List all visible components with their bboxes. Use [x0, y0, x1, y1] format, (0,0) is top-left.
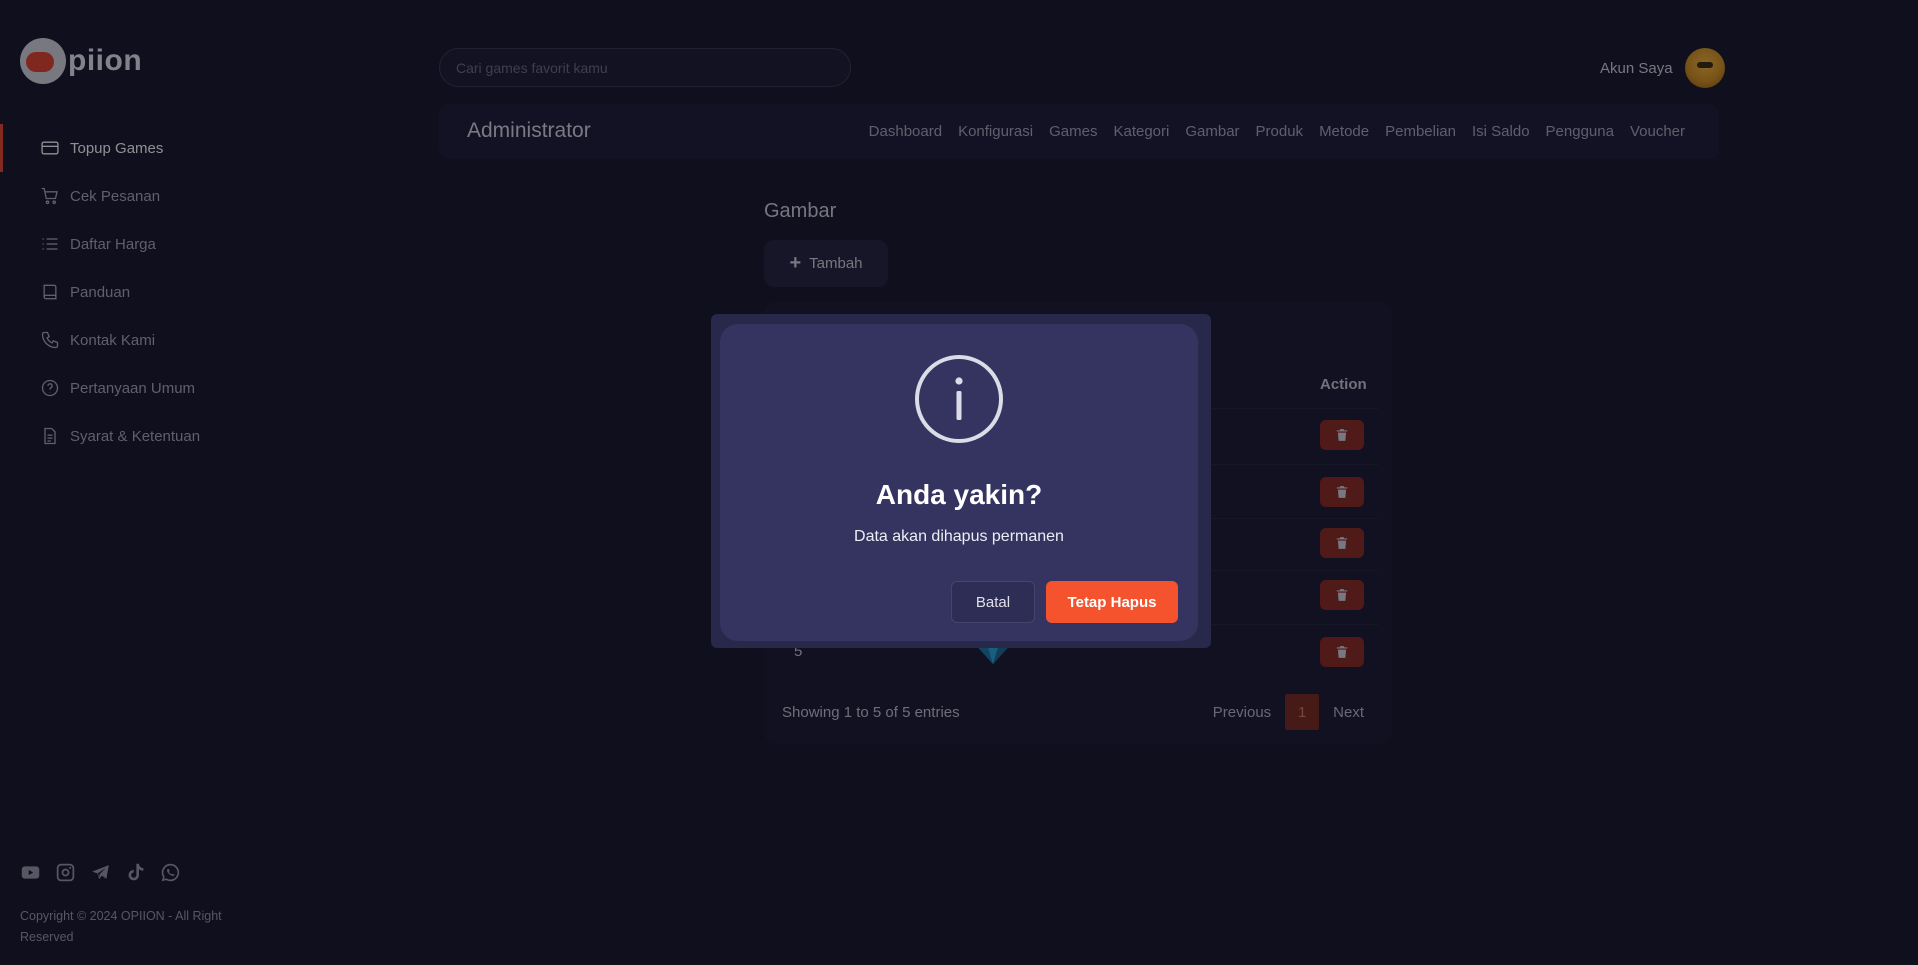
confirm-dialog: Anda yakin? Data akan dihapus permanen B… [720, 324, 1198, 641]
confirm-delete-button[interactable]: Tetap Hapus [1046, 581, 1178, 623]
dialog-message: Data akan dihapus permanen [854, 528, 1064, 545]
cancel-button[interactable]: Batal [951, 581, 1035, 623]
dialog-title: Anda yakin? [875, 479, 1043, 510]
info-icon [915, 355, 1003, 443]
